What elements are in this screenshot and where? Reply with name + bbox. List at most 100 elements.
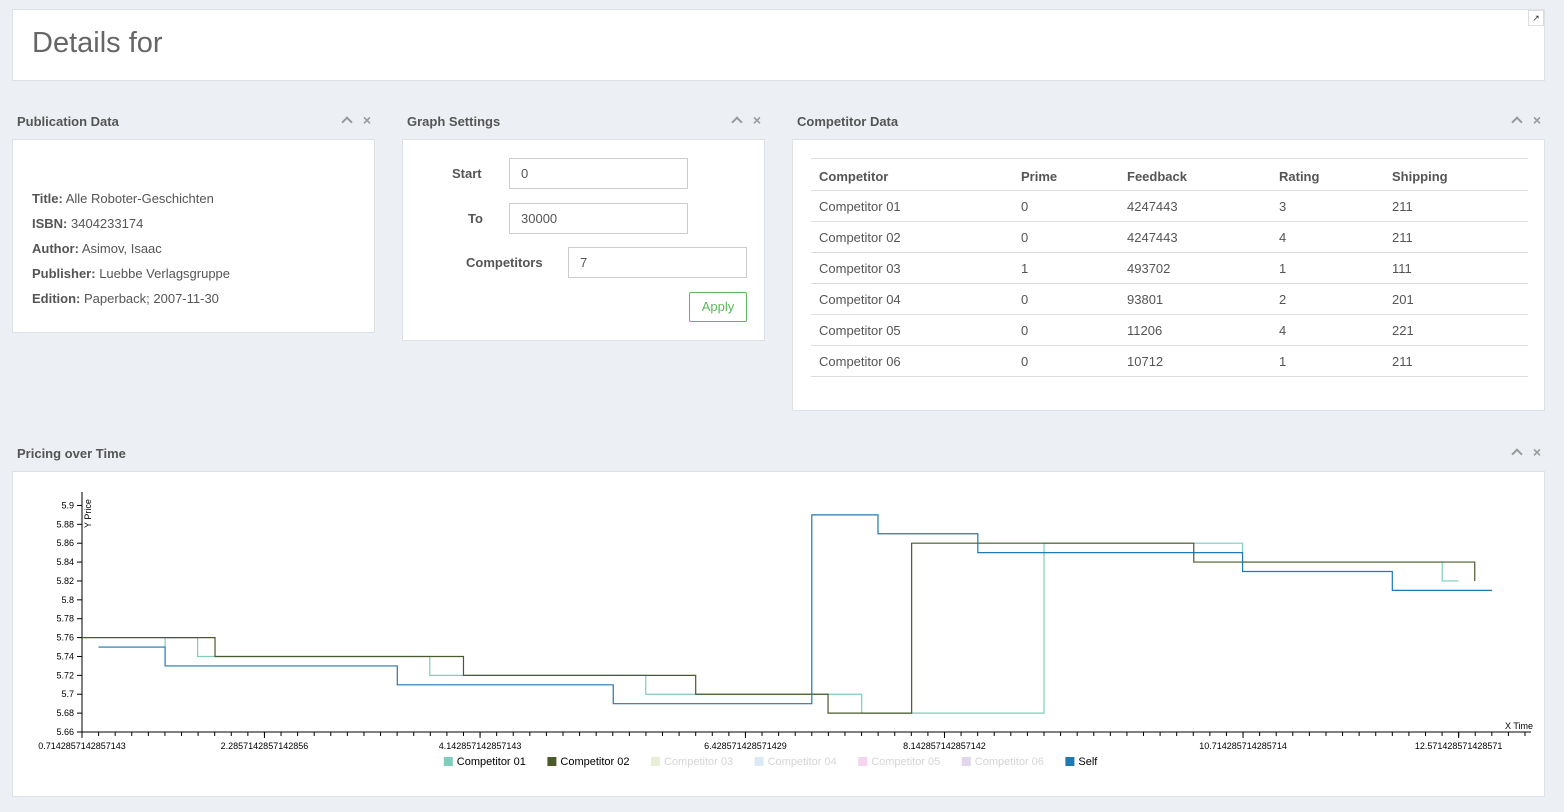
col-prime: Prime xyxy=(1013,158,1119,191)
publication-panel-title: Publication Data xyxy=(17,114,119,129)
table-cell: 111 xyxy=(1384,252,1528,284)
x-axis-label: X Time xyxy=(1505,721,1533,731)
y-axis-label: Y Price xyxy=(83,499,93,528)
table-cell: 93801 xyxy=(1119,283,1271,315)
table-cell: 1 xyxy=(1013,252,1119,284)
pub-publisher-row: Publisher: Luebbe Verlagsgruppe xyxy=(32,266,231,281)
table-cell: 11206 xyxy=(1119,314,1271,346)
y-tick-label: 5.66 xyxy=(56,727,74,737)
legend-label-competitor-06: Competitor 06 xyxy=(975,756,1044,768)
table-row: Competitor 03 1 493702 1 111 xyxy=(811,252,1528,284)
legend-swatch-competitor-05 xyxy=(858,757,868,766)
page-title: Details for xyxy=(32,27,163,59)
table-cell: 4 xyxy=(1271,221,1384,253)
x-tick-label: 10.714285714285714 xyxy=(1199,741,1287,751)
legend-label-competitor-04: Competitor 04 xyxy=(768,756,837,768)
series-line-self xyxy=(98,514,1493,705)
publication-panel: Title: Alle Roboter-Geschichten ISBN: 34… xyxy=(12,139,375,333)
col-feedback: Feedback xyxy=(1119,158,1271,191)
table-cell: 221 xyxy=(1384,314,1528,346)
close-icon[interactable]: × xyxy=(1531,445,1543,461)
y-tick-label: 5.86 xyxy=(56,538,74,548)
table-cell: Competitor 04 xyxy=(811,283,1013,315)
table-cell: 0 xyxy=(1013,314,1119,346)
x-tick-label: 12.571428571428571 xyxy=(1415,741,1503,751)
col-competitor: Competitor xyxy=(811,158,1013,191)
table-cell: 4247443 xyxy=(1119,190,1271,222)
collapse-icon[interactable] xyxy=(731,114,743,129)
table-cell: 0 xyxy=(1013,221,1119,253)
y-tick-label: 5.8 xyxy=(61,595,74,605)
y-tick-label: 5.78 xyxy=(56,614,74,624)
table-cell: 0 xyxy=(1013,283,1119,315)
collapse-icon[interactable] xyxy=(1511,446,1523,461)
table-cell: 211 xyxy=(1384,345,1528,377)
legend-swatch-competitor-02 xyxy=(547,757,557,766)
competitor-panel-controls: × xyxy=(1511,113,1543,129)
legend-label-competitor-01: Competitor 01 xyxy=(457,756,526,768)
pricing-panel-title: Pricing over Time xyxy=(17,446,126,461)
table-row: Competitor 02 0 4247443 4 211 xyxy=(811,221,1528,253)
to-label: To xyxy=(468,211,483,226)
table-cell: Competitor 05 xyxy=(811,314,1013,346)
competitor-panel: Competitor Prime Feedback Rating Shippin… xyxy=(792,139,1545,411)
x-tick-label: 8.142857142857142 xyxy=(903,741,986,751)
legend-label-competitor-03: Competitor 03 xyxy=(664,756,733,768)
to-input[interactable]: 30000 xyxy=(509,203,688,234)
table-cell: Competitor 01 xyxy=(811,190,1013,222)
table-header-row: Competitor Prime Feedback Rating Shippin… xyxy=(811,158,1528,191)
y-tick-label: 5.72 xyxy=(56,670,74,680)
collapse-icon[interactable] xyxy=(1511,114,1523,129)
competitor-panel-title: Competitor Data xyxy=(797,114,899,129)
apply-button[interactable]: Apply xyxy=(689,292,747,322)
expand-icon[interactable]: ↗ xyxy=(1528,10,1544,26)
y-tick-label: 5.76 xyxy=(56,633,74,643)
table-row: Competitor 04 0 93801 2 201 xyxy=(811,283,1528,315)
table-cell: 493702 xyxy=(1119,252,1271,284)
publication-panel-controls: × xyxy=(341,113,373,129)
y-tick-label: 5.88 xyxy=(56,519,74,529)
pricing-chart-panel: 5.66 5.68 5.7 5.72 5.74 5.76 5.78 5.8 5.82 5.84 5.… xyxy=(12,471,1545,797)
page-header: Details for ↗ xyxy=(12,9,1545,81)
legend-swatch-competitor-03 xyxy=(651,757,660,766)
series-line-competitor-01 xyxy=(98,542,1459,714)
competitor-table: Competitor Prime Feedback Rating Shippin… xyxy=(811,158,1528,377)
pub-edition-row: Edition: Paperback; 2007-11-30 xyxy=(32,291,219,306)
graph-settings-panel: Start 0 To 30000 Competitors 7 Apply xyxy=(402,139,765,341)
x-tick-label: 4.142857142857143 xyxy=(439,741,522,751)
y-tick-label: 5.74 xyxy=(56,651,74,661)
table-row: Competitor 05 0 11206 4 221 xyxy=(811,314,1528,346)
table-cell: 1 xyxy=(1271,252,1384,284)
close-icon[interactable]: × xyxy=(751,113,763,129)
series-line-competitor-02 xyxy=(81,542,1476,714)
table-cell: 201 xyxy=(1384,283,1528,315)
y-tick-label: 5.82 xyxy=(56,576,74,586)
col-shipping: Shipping xyxy=(1384,158,1528,191)
table-cell: Competitor 06 xyxy=(811,345,1013,377)
pub-title-row: Title: Alle Roboter-Geschichten xyxy=(32,191,214,206)
legend-swatch-competitor-06 xyxy=(961,757,971,766)
graph-panel-controls: × xyxy=(731,113,763,129)
pricing-panel-controls: × xyxy=(1511,445,1543,461)
legend-label-self: Self xyxy=(1078,756,1098,768)
pricing-chart: 5.66 5.68 5.7 5.72 5.74 5.76 5.78 5.8 5.82 5.84 5.… xyxy=(38,492,1533,768)
table-cell: 0 xyxy=(1013,190,1119,222)
collapse-icon[interactable] xyxy=(341,114,353,129)
y-tick-label: 5.7 xyxy=(61,689,74,699)
x-tick-label: 0.7142857142857143 xyxy=(38,741,126,751)
table-cell: 211 xyxy=(1384,221,1528,253)
close-icon[interactable]: × xyxy=(361,113,373,129)
table-row: Competitor 06 0 10712 1 211 xyxy=(811,345,1528,377)
table-cell: 4247443 xyxy=(1119,221,1271,253)
y-tick-label: 5.9 xyxy=(61,500,74,510)
graph-panel-title: Graph Settings xyxy=(407,114,501,129)
pub-author-row: Author: Asimov, Isaac xyxy=(32,241,162,256)
start-input[interactable]: 0 xyxy=(509,158,688,189)
legend-swatch-competitor-01 xyxy=(443,757,453,766)
table-row: Competitor 01 0 4247443 3 211 xyxy=(811,190,1528,222)
competitors-input[interactable]: 7 xyxy=(568,247,747,278)
close-icon[interactable]: × xyxy=(1531,113,1543,129)
y-tick-label: 5.68 xyxy=(56,708,74,718)
table-cell: 10712 xyxy=(1119,345,1271,377)
table-cell: 4 xyxy=(1271,314,1384,346)
